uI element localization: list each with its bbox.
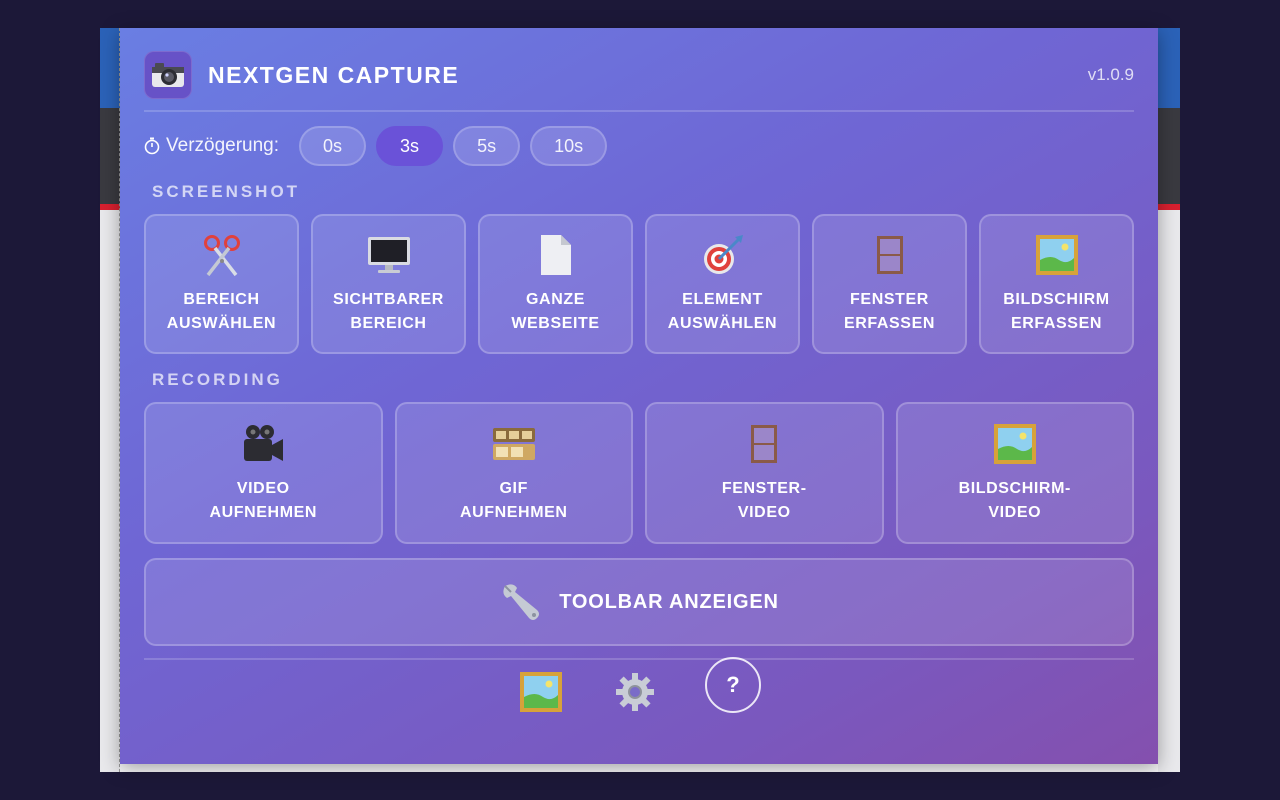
window-icon (875, 232, 905, 278)
tile-label: BILDSCHIRM ERFASSEN (1003, 291, 1110, 332)
background-page-left-edge (100, 28, 120, 772)
show-toolbar-label: TOOLBAR ANZEIGEN (559, 590, 779, 613)
section-label-screenshot: SCREENSHOT (152, 182, 301, 201)
tile-label: GIF AUFNEHMEN (459, 480, 568, 521)
gallery-button[interactable] (517, 668, 565, 716)
tile-label: BEREICH AUSWÄHLEN (166, 291, 277, 332)
tile-label: ELEMENT AUSWÄHLEN (667, 291, 778, 332)
tile-label: VIDEO AUFNEHMEN (209, 480, 318, 521)
help-button[interactable]: ? (705, 657, 761, 713)
scissors-icon (202, 232, 242, 278)
full-page-button[interactable]: GANZE WEBSEITE (478, 214, 633, 354)
stopwatch-icon (144, 137, 160, 155)
extension-popup: NEXTGEN CAPTURE v1.0.9 Verzögerung: 0s 3… (120, 28, 1158, 764)
settings-button[interactable] (611, 668, 659, 716)
framed-picture-icon (520, 672, 562, 712)
window-icon (749, 421, 779, 467)
capture-window-button[interactable]: FENSTER ERFASSEN (812, 214, 967, 354)
camera-icon (144, 51, 192, 99)
window-video-button[interactable]: FENSTER- VIDEO (645, 402, 884, 544)
tile-label: GANZE WEBSEITE (511, 291, 600, 332)
app-title: NEXTGEN CAPTURE (208, 61, 460, 88)
video-camera-icon (241, 421, 285, 467)
screen-video-button[interactable]: BILDSCHIRM- VIDEO (895, 402, 1134, 544)
delay-option-10s[interactable]: 10s (530, 126, 608, 166)
tile-label: SICHTBARER BEREICH (333, 291, 444, 332)
select-area-button[interactable]: BEREICH AUSWÄHLEN (144, 214, 299, 354)
delay-selector: Verzögerung: 0s 3s 5s 10s (144, 126, 608, 166)
capture-screen-button[interactable]: BILDSCHIRM ERFASSEN (979, 214, 1134, 354)
record-video-button[interactable]: VIDEO AUFNEHMEN (144, 402, 383, 544)
delay-option-5s[interactable]: 5s (453, 126, 521, 166)
screenshot-grid: BEREICH AUSWÄHLEN SICHTBARER BEREICH GAN… (144, 214, 1134, 354)
section-label-recording: RECORDING (152, 370, 283, 389)
framed-picture-icon (1035, 232, 1079, 278)
recording-grid: VIDEO AUFNEHMEN GIF AUFNEHMEN FENSTER- V… (144, 402, 1134, 544)
gear-icon (616, 673, 654, 711)
app-version: v1.0.9 (1087, 65, 1134, 84)
delay-option-3s[interactable]: 3s (376, 126, 444, 166)
select-element-button[interactable]: ELEMENT AUSWÄHLEN (645, 214, 800, 354)
framed-picture-icon (993, 421, 1037, 467)
delay-label-text: Verzögerung: (166, 135, 280, 156)
background-page-right-edge (1158, 28, 1180, 772)
page-icon (539, 232, 573, 278)
tile-label: FENSTER ERFASSEN (843, 291, 936, 332)
popup-footer: ? (144, 657, 1134, 758)
film-frames-icon (491, 421, 537, 467)
tile-label: BILDSCHIRM- VIDEO (958, 480, 1071, 521)
visible-area-button[interactable]: SICHTBARER BEREICH (311, 214, 466, 354)
footer-actions: ? (144, 657, 1134, 716)
tile-label: FENSTER- VIDEO (721, 480, 807, 521)
target-icon (701, 232, 745, 278)
wrench-icon (503, 584, 540, 620)
record-gif-button[interactable]: GIF AUFNEHMEN (394, 402, 633, 544)
show-toolbar-button[interactable]: TOOLBAR ANZEIGEN (144, 558, 1134, 646)
delay-option-0s[interactable]: 0s (299, 126, 367, 166)
popup-header: NEXTGEN CAPTURE v1.0.9 (144, 50, 1134, 112)
delay-label: Verzögerung: (144, 135, 279, 157)
monitor-icon (367, 232, 411, 278)
